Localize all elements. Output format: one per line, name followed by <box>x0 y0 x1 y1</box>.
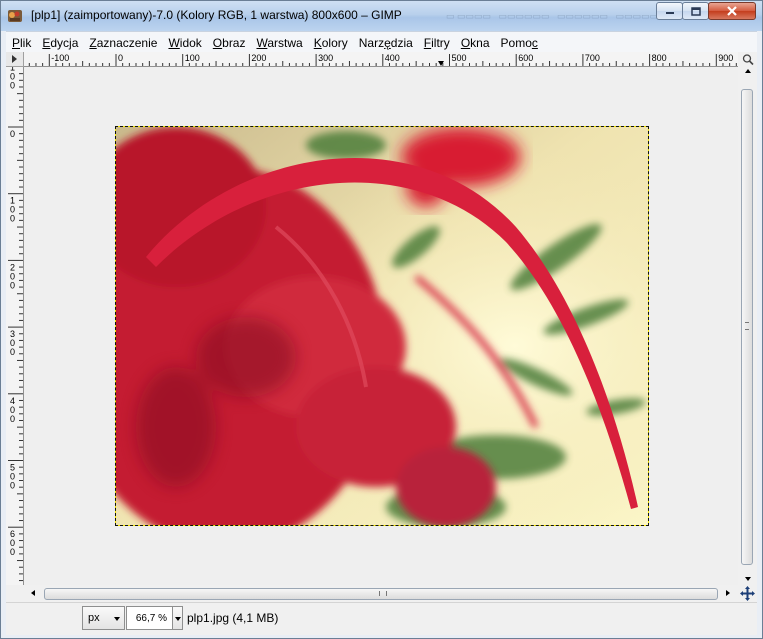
ruler-label: 600 <box>518 53 533 63</box>
window-title: [plp1] (zaimportowany)-7.0 (Kolory RGB, … <box>31 8 402 22</box>
menu-widok[interactable]: Widok <box>162 33 206 53</box>
menu-edycja[interactable]: Edycja <box>36 33 83 53</box>
scroll-right-icon[interactable] <box>726 590 730 596</box>
menu-kolory[interactable]: Kolory <box>308 33 353 53</box>
ruler-label: 300 <box>318 53 333 63</box>
maximize-icon <box>690 6 701 16</box>
gimp-icon <box>8 10 22 22</box>
scroll-up-icon[interactable] <box>745 69 751 73</box>
ruler-label: 100 <box>185 53 200 63</box>
dropdown-arrow-icon <box>175 617 181 621</box>
dropdown-arrow-icon <box>114 617 120 621</box>
status-file-info: plp1.jpg (4,1 MB) <box>187 611 279 625</box>
scroll-left-icon[interactable] <box>31 590 35 596</box>
ruler-label: 400 <box>385 53 400 63</box>
ruler-ticks: -100 0 100 200 300 400 500 600 700 800 900 <box>28 53 737 66</box>
vertical-scroll-thumb[interactable] <box>741 89 753 565</box>
horizontal-scrollbar[interactable] <box>24 585 738 602</box>
ruler-label-vertical: 100 <box>10 67 15 90</box>
minimize-button[interactable] <box>656 2 683 20</box>
maximize-button[interactable] <box>682 2 709 20</box>
vertical-ruler[interactable]: 100 0 100 200 300 400 500 600 <box>6 67 24 585</box>
ruler-label: 200 <box>251 53 266 63</box>
menu-filtry[interactable]: Filtry <box>418 33 455 53</box>
menu-plik[interactable]: Plik <box>6 33 36 53</box>
ruler-label-vertical: 600 <box>10 529 15 557</box>
zoom-input[interactable]: 66,7 % <box>126 606 173 630</box>
grip-icon <box>379 591 387 596</box>
close-icon <box>727 6 737 16</box>
menu-zaznaczenie[interactable]: Zaznaczenie <box>83 33 162 53</box>
photo-red-feathers <box>116 127 648 525</box>
ruler-label: 900 <box>718 53 733 63</box>
unit-selector[interactable]: px <box>82 606 125 630</box>
menu-arrow-button[interactable] <box>6 52 24 67</box>
menu-okna[interactable]: Okna <box>455 33 495 53</box>
zoom-value: 66,7 % <box>135 612 167 624</box>
gimp-window: [plp1] (zaimportowany)-7.0 (Kolory RGB, … <box>0 0 763 639</box>
navigate-button[interactable] <box>738 585 757 602</box>
ruler-label: 800 <box>652 53 667 63</box>
vertical-scrollbar[interactable] <box>738 67 757 585</box>
ruler-label: -100 <box>51 53 69 63</box>
close-button[interactable] <box>708 2 756 20</box>
menu-pomoc[interactable]: Pomoc <box>495 33 543 53</box>
minimize-icon <box>665 12 674 14</box>
menu-narzedzia[interactable]: Narzędzia <box>353 33 418 53</box>
ruler-label: 500 <box>452 53 467 63</box>
image-window-area: -100 0 100 200 300 400 500 600 700 800 900 1000100… <box>6 52 757 602</box>
ruler-ticks-vertical: 1 0 0 0 1 0 0 2 0 0 3 0 0 4 0 0 5 0 0 6 0 0 <box>8 67 23 582</box>
status-bar: px 66,7 % plp1.jpg (4,1 MB) <box>6 602 757 635</box>
image-canvas[interactable] <box>115 126 649 526</box>
scroll-down-icon[interactable] <box>745 577 751 581</box>
title-bar[interactable]: [plp1] (zaimportowany)-7.0 (Kolory RGB, … <box>1 1 762 31</box>
ruler-label-vertical: 300 <box>10 329 15 357</box>
ruler-label-vertical: 400 <box>10 396 15 424</box>
zoom-icon <box>742 54 754 66</box>
menu-obraz[interactable]: Obraz <box>207 33 251 53</box>
unit-value: px <box>88 612 100 624</box>
horizontal-scroll-thumb[interactable] <box>44 588 718 600</box>
zoom-lock-button[interactable] <box>738 52 757 67</box>
navigate-icon <box>740 586 755 601</box>
ruler-label-vertical: 200 <box>10 262 15 290</box>
horizontal-ruler[interactable]: -100 0 100 200 300 400 500 600 700 800 900 <box>24 52 738 67</box>
grip-icon <box>745 322 749 330</box>
ruler-label-vertical: 100 <box>10 196 15 224</box>
menu-bar: Plik Edycja Zaznaczenie Widok Obraz Warstwa Ko… <box>6 31 757 53</box>
menu-arrow-icon <box>12 55 17 63</box>
ruler-label-vertical: 500 <box>10 463 15 491</box>
menu-warstwa[interactable]: Warstwa <box>250 33 307 53</box>
ruler-label: 700 <box>585 53 600 63</box>
zoom-dropdown-button[interactable] <box>172 606 183 630</box>
ruler-label: 0 <box>118 53 123 63</box>
canvas-area[interactable] <box>24 67 738 585</box>
ruler-label-vertical: 0 <box>10 129 15 139</box>
